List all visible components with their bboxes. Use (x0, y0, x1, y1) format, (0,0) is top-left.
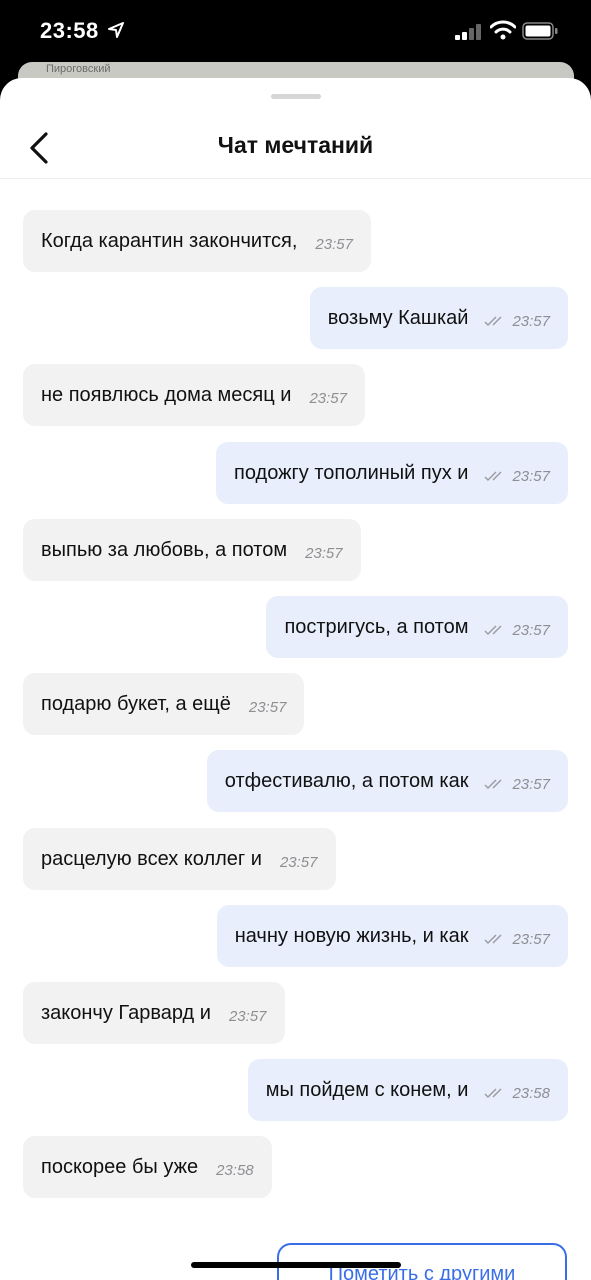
outgoing-message[interactable]: мы пойдем с конем, и 23:58 (247, 1059, 568, 1121)
message-text: мы пойдем с конем, и (265, 1078, 469, 1101)
message-time: 23:57 (512, 312, 550, 330)
battery-icon (522, 22, 558, 40)
message-time: 23:57 (512, 930, 550, 948)
status-bar: 23:58 (0, 0, 591, 64)
message-text: закончу Гарвард и (41, 1001, 211, 1024)
message-time: 23:57 (512, 621, 550, 639)
wifi-icon (490, 20, 516, 40)
message-time: 23:57 (305, 544, 343, 562)
message-time: 23:57 (279, 853, 318, 871)
message-text: начну новую жизнь, и как (234, 924, 469, 947)
message-time: 23:58 (216, 1161, 254, 1179)
message-text: постригусь, а потом (284, 615, 469, 638)
chat-sheet: Чат мечтаний Когда карантин закончится, 2… (0, 78, 591, 1280)
map-label: Пироговский (46, 63, 111, 75)
cellular-signal-icon (455, 24, 481, 40)
message-time: 23:57 (512, 467, 550, 485)
message-text: Когда карантин закончится, (41, 229, 298, 252)
message-text: поскорее бы уже (41, 1155, 199, 1178)
incoming-message[interactable]: поскорее бы уже 23:58 (23, 1136, 272, 1198)
double-check-icon (484, 934, 502, 944)
double-check-icon (484, 1088, 502, 1098)
double-check-icon (484, 779, 502, 789)
home-indicator (191, 1262, 401, 1268)
outgoing-message[interactable]: подожгу тополиный пух и 23:57 (216, 442, 568, 504)
outgoing-message[interactable]: начну новую жизнь, и как 23:57 (216, 905, 568, 967)
message-time: 23:57 (512, 775, 550, 793)
double-check-icon (484, 471, 502, 481)
message-text: подожгу тополиный пух и (234, 461, 469, 484)
incoming-message[interactable]: подарю букет, а ещё 23:57 (23, 673, 305, 735)
incoming-message[interactable]: Когда карантин закончится, 23:57 (23, 210, 371, 272)
incoming-message[interactable]: не появлюсь дома месяц и 23:57 (23, 364, 365, 426)
message-time: 23:57 (248, 698, 287, 716)
message-text: не появлюсь дома месяц и (41, 383, 292, 406)
message-time: 23:57 (309, 389, 347, 407)
double-check-icon (484, 316, 502, 326)
message-text: расцелую всех коллег и (41, 847, 262, 870)
location-arrow-icon (108, 22, 124, 38)
incoming-message[interactable]: закончу Гарвард и 23:57 (23, 982, 285, 1044)
message-time: 23:57 (228, 1007, 267, 1025)
outgoing-message[interactable]: отфестивалю, а потом как 23:57 (206, 750, 568, 812)
incoming-message[interactable]: расцелую всех коллег и 23:57 (23, 828, 336, 890)
message-text: подарю букет, а ещё (41, 692, 231, 715)
message-text: выпью за любовь, а потом (41, 538, 288, 561)
message-time: 23:58 (512, 1084, 550, 1102)
incoming-message[interactable]: выпью за любовь, а потом 23:57 (23, 519, 361, 581)
outgoing-message[interactable]: возьму Кашкай 23:57 (309, 287, 568, 349)
outgoing-message[interactable]: постригусь, а потом 23:57 (266, 596, 568, 658)
message-time: 23:57 (315, 235, 353, 253)
message-text: отфестивалю, а потом как (224, 769, 469, 792)
message-text: возьму Кашкай (327, 306, 469, 329)
double-check-icon (484, 625, 502, 635)
status-time: 23:58 (40, 18, 99, 43)
message-list: Когда карантин закончится, 23:57 возьму Ка… (0, 78, 591, 1280)
